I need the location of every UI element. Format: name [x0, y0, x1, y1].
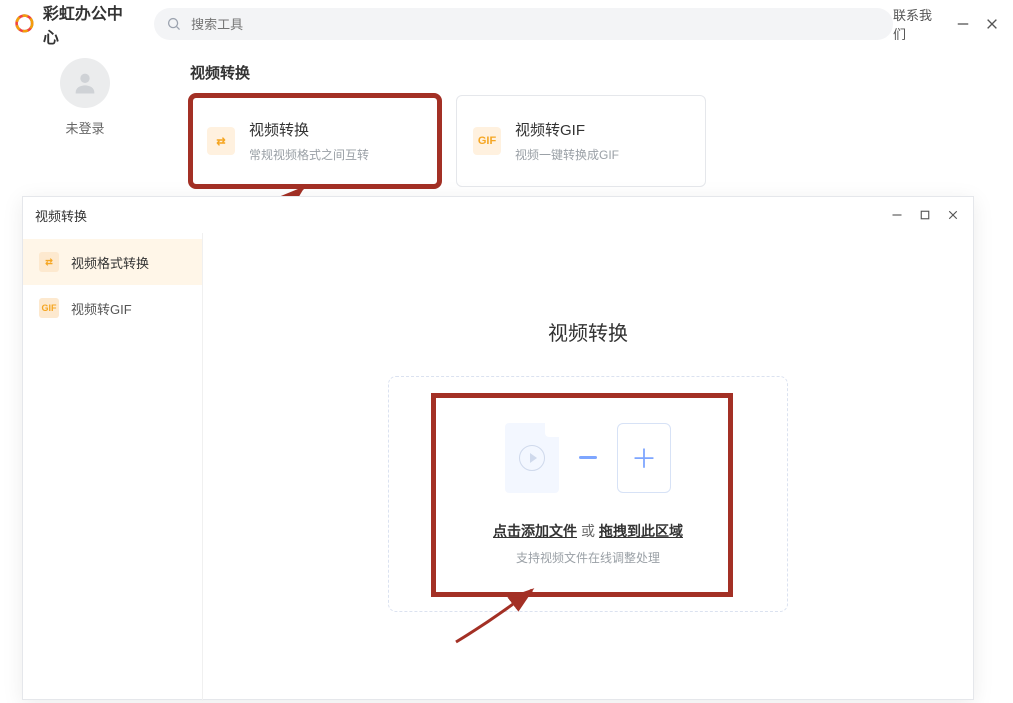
- avatar[interactable]: [60, 58, 110, 108]
- convert-icon: ⇄: [39, 252, 59, 272]
- gif-icon: GIF: [473, 127, 501, 155]
- sidebar-item-format-convert[interactable]: ⇄ 视频格式转换: [23, 239, 202, 285]
- inner-title-bar: 视频转换: [23, 197, 973, 233]
- inner-minimize-button[interactable]: [889, 207, 905, 223]
- contact-us-link[interactable]: 联系我们: [893, 5, 941, 43]
- minimize-button[interactable]: [955, 16, 970, 32]
- gif-icon: GIF: [39, 298, 59, 318]
- card-title: 视频转GIF: [515, 119, 619, 140]
- convert-icon: ⇄: [207, 127, 235, 155]
- top-right-controls: 联系我们: [893, 5, 999, 43]
- section-title: 视频转换: [190, 62, 1003, 83]
- inner-main: 视频转换 ＋ 点击添加文件或拖拽到此区域 支持视频文件在线调整处理: [203, 233, 973, 701]
- main-area: 视频转换 ⇄ 视频转换 常规视频格式之间互转 GIF 视频转GIF 视频一键转换…: [190, 56, 1003, 187]
- search-input[interactable]: [189, 16, 881, 33]
- card-title: 视频转换: [249, 119, 369, 140]
- app-title: 彩虹办公中心: [43, 0, 134, 48]
- card-desc: 常规视频格式之间互转: [249, 146, 369, 163]
- user-panel: 未登录: [0, 48, 170, 137]
- app-root: 彩虹办公中心 联系我们 未登录 视频转换 ⇄: [0, 0, 1013, 703]
- video-file-icon: [505, 423, 559, 493]
- inner-heading: 视频转换: [548, 317, 628, 346]
- card-desc: 视频一键转换成GIF: [515, 146, 619, 163]
- annotation-arrow-icon: [444, 584, 554, 654]
- drop-zone[interactable]: ＋ 点击添加文件或拖拽到此区域 支持视频文件在线调整处理: [388, 376, 788, 612]
- sidebar-item-label: 视频格式转换: [71, 253, 149, 272]
- app-logo-icon: [14, 13, 35, 35]
- top-bar: 彩虹办公中心 联系我们: [0, 0, 1013, 48]
- card-video-to-gif[interactable]: GIF 视频转GIF 视频一键转换成GIF: [456, 95, 706, 187]
- sidebar-item-video-to-gif[interactable]: GIF 视频转GIF: [23, 285, 202, 331]
- close-button[interactable]: [984, 16, 999, 32]
- search-box[interactable]: [154, 8, 893, 40]
- card-row: ⇄ 视频转换 常规视频格式之间互转 GIF 视频转GIF 视频一键转换成GIF: [190, 95, 1003, 187]
- inner-maximize-button[interactable]: [917, 207, 933, 223]
- annotation-highlight: [431, 393, 733, 597]
- sidebar-item-label: 视频转GIF: [71, 299, 132, 318]
- search-icon: [166, 16, 181, 32]
- login-status[interactable]: 未登录: [0, 118, 170, 137]
- inner-window-title: 视频转换: [35, 206, 87, 225]
- inner-sidebar: ⇄ 视频格式转换 GIF 视频转GIF: [23, 233, 203, 701]
- inner-close-button[interactable]: [945, 207, 961, 223]
- card-video-convert[interactable]: ⇄ 视频转换 常规视频格式之间互转: [190, 95, 440, 187]
